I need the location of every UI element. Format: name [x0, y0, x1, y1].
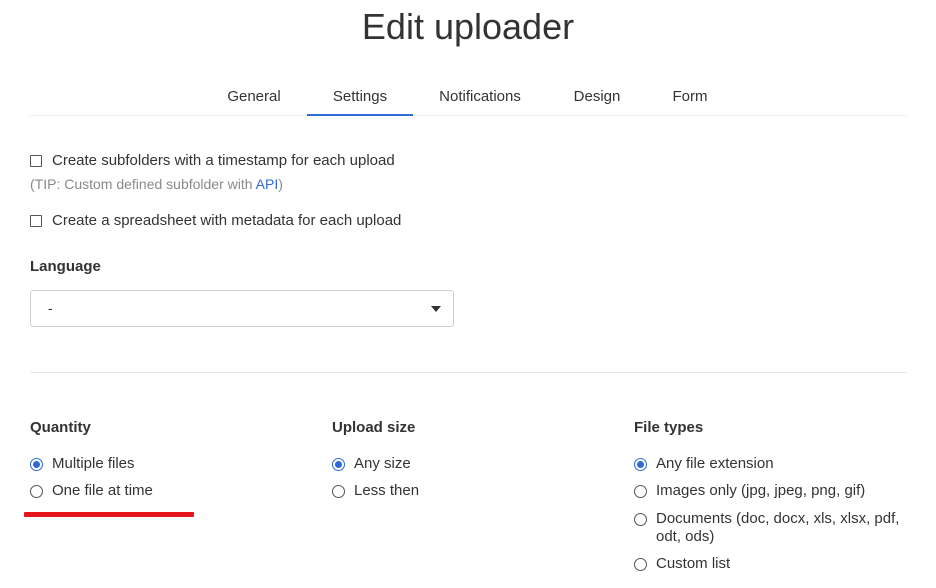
radio-selected-icon[interactable] — [332, 458, 345, 471]
quantity-option-single[interactable]: One file at time — [30, 482, 153, 500]
quantity-option-label: Multiple files — [52, 455, 135, 472]
language-select-value: - — [48, 300, 53, 316]
api-link[interactable]: API — [256, 176, 279, 192]
file-types-option-label: Custom list — [656, 555, 731, 572]
file-types-option-label: Images only (jpg, jpeg, png, gif) — [656, 482, 866, 499]
tab-general[interactable]: General — [224, 88, 284, 116]
radio-icon[interactable] — [634, 485, 647, 498]
file-types-option-images[interactable]: Images only (jpg, jpeg, png, gif) — [634, 482, 865, 500]
tab-settings[interactable]: Settings — [307, 88, 413, 116]
file-types-option-custom[interactable]: Custom list — [634, 555, 730, 573]
api-tip: (TIP: Custom defined subfolder with API) — [30, 176, 283, 192]
spreadsheet-checkbox[interactable] — [30, 214, 42, 227]
tab-bar: General Settings Notifications Design Fo… — [30, 80, 907, 116]
radio-icon[interactable] — [634, 558, 647, 571]
caret-down-icon — [431, 306, 441, 312]
section-divider — [30, 372, 907, 373]
radio-icon[interactable] — [332, 485, 345, 498]
quantity-option-multiple[interactable]: Multiple files — [30, 455, 135, 473]
red-underline-annotation — [24, 512, 194, 517]
radio-icon[interactable] — [30, 485, 43, 498]
tab-notifications[interactable]: Notifications — [434, 88, 526, 116]
file-types-option-documents[interactable]: Documents (doc, docx, xls, xlsx, pdf, od… — [634, 510, 904, 546]
page-title: Edit uploader — [361, 6, 575, 47]
language-label: Language — [30, 258, 101, 275]
tip-suffix: ) — [278, 176, 283, 192]
upload-size-heading: Upload size — [332, 419, 416, 436]
file-types-option-label: Documents (doc, docx, xls, xlsx, pdf, od… — [656, 510, 900, 545]
radio-selected-icon[interactable] — [634, 458, 647, 471]
spreadsheet-option[interactable]: Create a spreadsheet with metadata for e… — [30, 212, 401, 229]
quantity-heading: Quantity — [30, 419, 91, 436]
upload-size-option-label: Less then — [354, 482, 420, 499]
file-types-heading: File types — [634, 419, 704, 436]
upload-size-option-less[interactable]: Less then — [332, 482, 419, 500]
file-types-option-label: Any file extension — [656, 455, 774, 472]
subfolders-checkbox[interactable] — [30, 154, 42, 167]
quantity-option-label: One file at time — [52, 482, 153, 499]
upload-size-option-any[interactable]: Any size — [332, 455, 411, 473]
subfolders-option[interactable]: Create subfolders with a timestamp for e… — [30, 152, 395, 169]
radio-icon[interactable] — [634, 513, 647, 526]
tab-form[interactable]: Form — [667, 88, 713, 116]
tip-prefix: (TIP: Custom defined subfolder with — [30, 176, 256, 192]
tab-design[interactable]: Design — [569, 88, 625, 116]
upload-size-option-label: Any size — [354, 455, 411, 472]
radio-selected-icon[interactable] — [30, 458, 43, 471]
language-select[interactable]: - — [30, 290, 454, 327]
file-types-option-any[interactable]: Any file extension — [634, 455, 774, 473]
spreadsheet-label: Create a spreadsheet with metadata for e… — [52, 212, 402, 229]
subfolders-label: Create subfolders with a timestamp for e… — [52, 152, 395, 169]
